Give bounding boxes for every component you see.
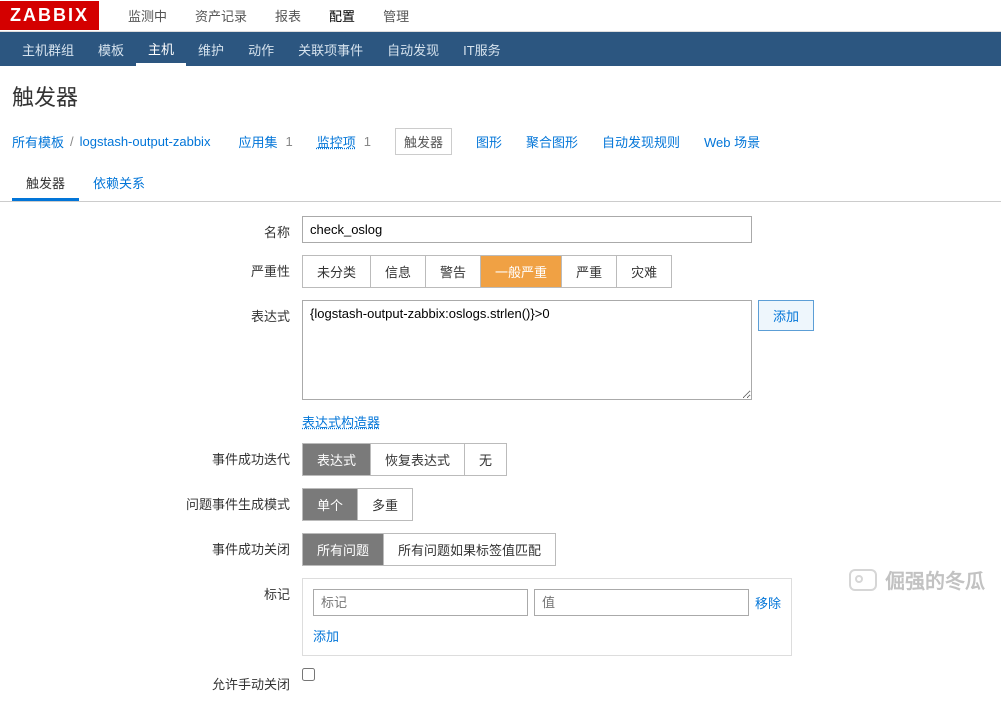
tab-trigger[interactable]: 触发器 <box>12 165 79 201</box>
bc-apps-count: 1 <box>285 134 292 149</box>
row-severity: 严重性 未分类 信息 警告 一般严重 严重 灾难 <box>12 255 989 288</box>
ok-close-all[interactable]: 所有问题 <box>303 534 384 565</box>
severity-disaster[interactable]: 灾难 <box>617 256 671 287</box>
topnav-reports[interactable]: 报表 <box>261 0 315 32</box>
row-allow-manual: 允许手动关闭 <box>12 668 989 693</box>
subnav-hostgroups[interactable]: 主机群组 <box>10 33 86 66</box>
bc-graphs[interactable]: 图形 <box>476 132 502 151</box>
page-title: 触发器 <box>0 66 1001 122</box>
label-name: 名称 <box>12 216 302 241</box>
expression-builder-link[interactable]: 表达式构造器 <box>302 412 380 431</box>
logo: ZABBIX <box>0 1 99 30</box>
tag-remove-link[interactable]: 移除 <box>755 593 781 612</box>
expression-add-button[interactable]: 添加 <box>758 300 814 331</box>
subnav-maintenance[interactable]: 维护 <box>186 33 236 66</box>
expression-textarea[interactable]: {logstash-output-zabbix:oslogs.strlen()}… <box>302 300 752 400</box>
topnav-configuration[interactable]: 配置 <box>315 0 369 32</box>
ok-iter-group: 表达式 恢复表达式 无 <box>302 443 507 476</box>
subnav-templates[interactable]: 模板 <box>86 33 136 66</box>
row-ok-iter: 事件成功迭代 表达式 恢复表达式 无 <box>12 443 989 476</box>
label-ok-close: 事件成功关闭 <box>12 533 302 558</box>
tab-dependencies[interactable]: 依赖关系 <box>79 165 159 201</box>
ok-close-group: 所有问题 所有问题如果标签值匹配 <box>302 533 556 566</box>
topnav-inventory[interactable]: 资产记录 <box>181 0 261 32</box>
bc-discovery-rules[interactable]: 自动发现规则 <box>602 132 680 151</box>
topnav-administration[interactable]: 管理 <box>369 0 423 32</box>
tag-name-input[interactable] <box>313 589 528 616</box>
problem-mode-group: 单个 多重 <box>302 488 413 521</box>
row-problem-mode: 问题事件生成模式 单个 多重 <box>12 488 989 521</box>
form: 名称 严重性 未分类 信息 警告 一般严重 严重 灾难 表达式 {logstas… <box>0 202 1001 719</box>
tag-row: 移除 <box>313 589 781 616</box>
label-problem-mode: 问题事件生成模式 <box>12 488 302 513</box>
label-tags: 标记 <box>12 578 302 603</box>
problem-mode-single[interactable]: 单个 <box>303 489 358 520</box>
severity-not-classified[interactable]: 未分类 <box>303 256 371 287</box>
tag-value-input[interactable] <box>534 589 749 616</box>
name-input[interactable] <box>302 216 752 243</box>
tabs: 触发器 依赖关系 <box>0 165 1001 202</box>
label-ok-iter: 事件成功迭代 <box>12 443 302 468</box>
watermark-text: 倔强的冬瓜 <box>885 565 985 594</box>
tags-box: 移除 添加 <box>302 578 792 656</box>
severity-warning[interactable]: 警告 <box>426 256 481 287</box>
subnav-hosts[interactable]: 主机 <box>136 32 186 66</box>
tag-add-link[interactable]: 添加 <box>313 629 339 644</box>
label-expression: 表达式 <box>12 300 302 325</box>
ok-iter-expression[interactable]: 表达式 <box>303 444 371 475</box>
severity-average[interactable]: 一般严重 <box>481 256 562 287</box>
subnav-correlation[interactable]: 关联项事件 <box>286 33 375 66</box>
ok-iter-none[interactable]: 无 <box>465 444 506 475</box>
row-tags: 标记 移除 添加 <box>12 578 989 656</box>
ok-iter-recovery[interactable]: 恢复表达式 <box>371 444 465 475</box>
watermark: 倔强的冬瓜 <box>849 565 985 594</box>
bc-triggers: 触发器 <box>395 128 452 155</box>
bc-template-name[interactable]: logstash-output-zabbix <box>80 134 211 149</box>
severity-high[interactable]: 严重 <box>562 256 617 287</box>
bc-items-count: 1 <box>364 134 371 149</box>
problem-mode-multiple[interactable]: 多重 <box>358 489 412 520</box>
breadcrumb: 所有模板 / logstash-output-zabbix 应用集 1 监控项 … <box>0 122 1001 165</box>
bc-applications[interactable]: 应用集 <box>238 132 277 151</box>
wechat-icon <box>849 569 877 591</box>
bc-web-scenarios[interactable]: Web 场景 <box>704 132 760 151</box>
row-expression: 表达式 {logstash-output-zabbix:oslogs.strle… <box>12 300 989 431</box>
bc-items[interactable]: 监控项 <box>317 132 356 151</box>
sub-nav: 主机群组 模板 主机 维护 动作 关联项事件 自动发现 IT服务 <box>0 32 1001 66</box>
top-nav: ZABBIX 监测中 资产记录 报表 配置 管理 <box>0 0 1001 32</box>
subnav-discovery[interactable]: 自动发现 <box>375 33 451 66</box>
bc-agg-graphs[interactable]: 聚合图形 <box>526 132 578 151</box>
severity-information[interactable]: 信息 <box>371 256 426 287</box>
row-name: 名称 <box>12 216 989 243</box>
allow-manual-checkbox[interactable] <box>302 668 315 681</box>
label-allow-manual: 允许手动关闭 <box>12 668 302 693</box>
subnav-itservices[interactable]: IT服务 <box>451 33 513 66</box>
label-severity: 严重性 <box>12 255 302 280</box>
subnav-actions[interactable]: 动作 <box>236 33 286 66</box>
bc-all-templates[interactable]: 所有模板 <box>12 132 64 151</box>
severity-group: 未分类 信息 警告 一般严重 严重 灾难 <box>302 255 672 288</box>
ok-close-tagmatch[interactable]: 所有问题如果标签值匹配 <box>384 534 555 565</box>
row-ok-close: 事件成功关闭 所有问题 所有问题如果标签值匹配 <box>12 533 989 566</box>
bc-separator: / <box>70 134 74 149</box>
topnav-monitoring[interactable]: 监测中 <box>114 0 181 32</box>
